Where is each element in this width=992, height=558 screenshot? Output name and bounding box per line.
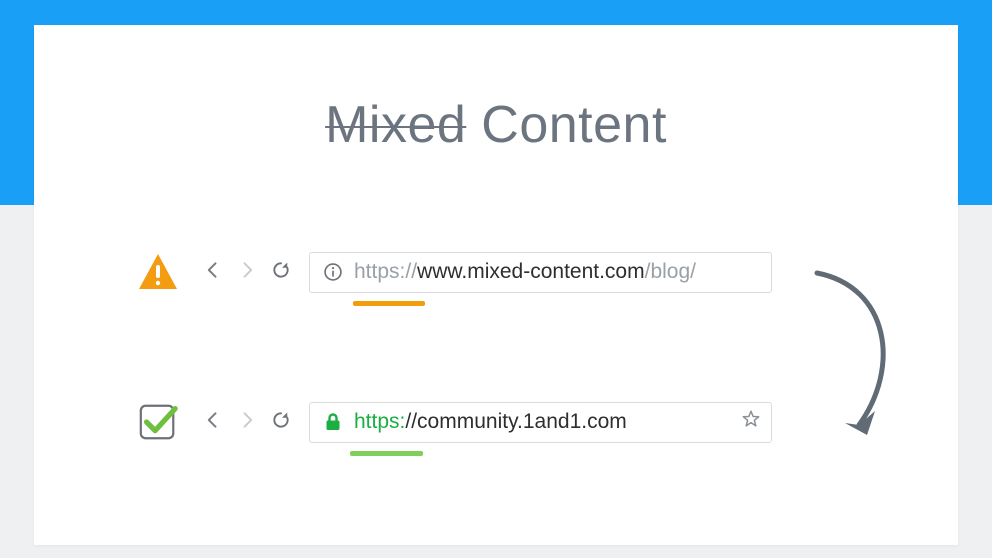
browser-nav-controls	[203, 410, 291, 435]
url-scheme: https:	[354, 410, 405, 434]
url-sep: //	[405, 410, 417, 434]
flow-arrow-icon	[809, 267, 909, 447]
url-host: community.1and1.com	[417, 410, 627, 434]
back-arrow-icon[interactable]	[203, 260, 223, 285]
title-rest: Content	[481, 96, 667, 154]
page-title: Mixed Content	[34, 99, 958, 151]
info-icon[interactable]	[322, 261, 344, 283]
example-row-mixed: https://www.mixed-content.com/blog/	[137, 251, 772, 293]
mixed-content-underline	[353, 301, 425, 306]
url-host: www.mixed-content.com	[417, 260, 645, 284]
warning-triangle-icon	[137, 251, 179, 293]
address-bar[interactable]: https://community.1and1.com	[309, 402, 772, 443]
reload-icon[interactable]	[271, 260, 291, 285]
browser-nav-controls	[203, 260, 291, 285]
url-path: /blog/	[645, 260, 696, 284]
reload-icon[interactable]	[271, 410, 291, 435]
example-row-secure: https://community.1and1.com	[137, 401, 772, 443]
content-card: Mixed Content	[34, 25, 958, 545]
bookmark-star-icon[interactable]	[741, 409, 761, 435]
back-arrow-icon[interactable]	[203, 410, 223, 435]
checkmark-outline-icon	[137, 401, 179, 443]
title-struck-word: Mixed	[325, 96, 466, 154]
secure-underline	[350, 451, 423, 456]
forward-arrow-icon[interactable]	[237, 410, 257, 435]
lock-icon[interactable]	[322, 411, 344, 433]
address-bar[interactable]: https://www.mixed-content.com/blog/	[309, 252, 772, 293]
url-scheme: https://	[354, 260, 417, 284]
forward-arrow-icon[interactable]	[237, 260, 257, 285]
